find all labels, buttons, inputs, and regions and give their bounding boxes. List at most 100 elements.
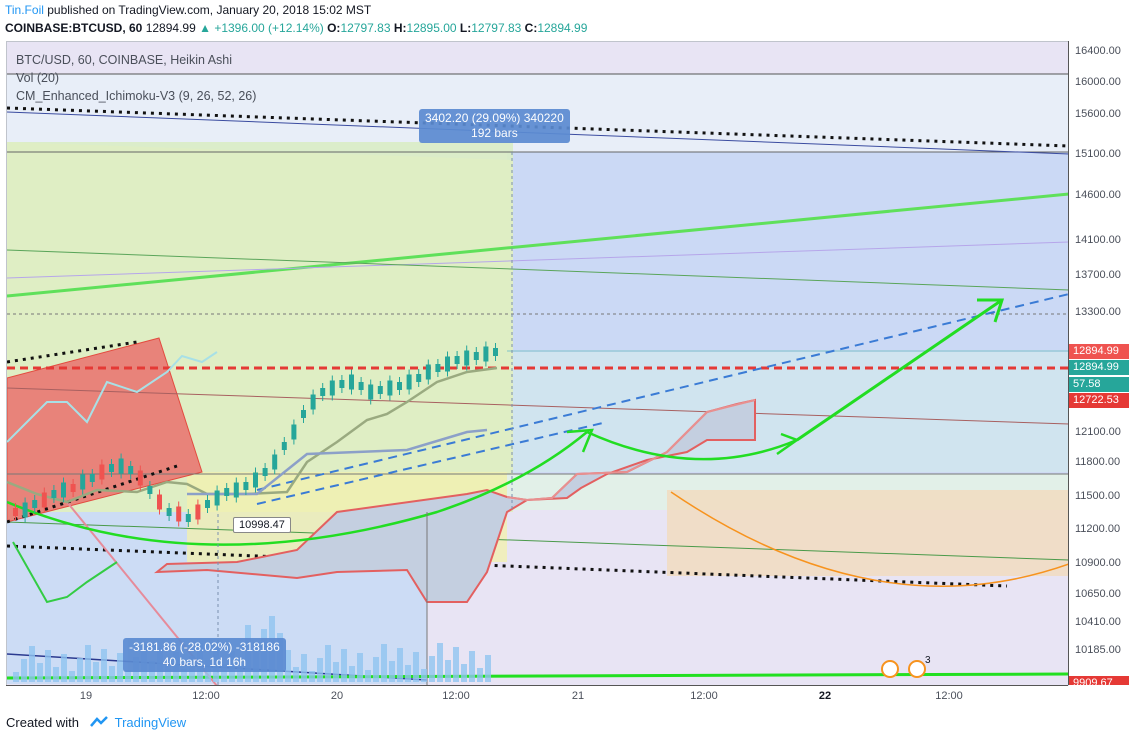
time-tick: 22 <box>818 690 832 702</box>
legend-main: BTC/USD, 60, COINBASE, Heikin Ashi <box>16 53 233 67</box>
candle <box>70 484 76 492</box>
price-tick: 10410.00 <box>1075 616 1121 628</box>
candle <box>99 464 105 480</box>
volume-bar <box>373 657 379 682</box>
time-tick: 12:00 <box>442 690 470 702</box>
candle <box>176 506 182 522</box>
volume-bar <box>429 656 435 682</box>
low-label: L: <box>459 21 472 35</box>
measure-down-value: -3181.86 (-28.02%) -318186 <box>129 640 280 654</box>
open-label: O: <box>327 21 341 35</box>
volume-bar <box>317 658 323 682</box>
chart-pane[interactable]: BTC/USD, 60, COINBASE, Heikin Ashi Vol (… <box>6 41 1069 686</box>
volume-bar <box>61 654 67 682</box>
candle <box>406 374 412 390</box>
candle <box>473 352 479 360</box>
author-link[interactable]: Tin.Foil <box>5 3 44 17</box>
candle <box>13 508 18 516</box>
candle <box>41 492 47 508</box>
price-tick: 11500.00 <box>1075 490 1121 502</box>
tradingview-link[interactable]: TradingView <box>115 715 187 730</box>
volume-bar <box>309 671 315 682</box>
candle <box>118 458 124 474</box>
candle <box>157 494 162 510</box>
volume-bar <box>85 645 91 682</box>
price-tick: 13700.00 <box>1075 269 1121 281</box>
candle <box>329 380 335 396</box>
candle <box>445 356 450 372</box>
us-flag-event-icon-2[interactable] <box>908 660 926 678</box>
volume-bar <box>381 644 387 682</box>
symbol-label: COINBASE:BTCUSD, 60 <box>5 21 143 35</box>
indicator-badge: 57.58 <box>1069 377 1129 392</box>
volume-bar <box>333 662 339 682</box>
candle <box>243 482 249 490</box>
price-tick: 11800.00 <box>1075 456 1121 468</box>
volume-bar <box>45 650 51 682</box>
candle <box>22 502 28 518</box>
candle <box>224 488 230 496</box>
candle <box>51 490 57 498</box>
orange-zone <box>667 490 1069 576</box>
candle <box>214 490 220 506</box>
candle <box>464 350 470 366</box>
time-axis[interactable]: 19 12:00 20 12:00 21 12:00 22 12:00 <box>6 685 1068 708</box>
candle <box>128 466 134 474</box>
volume-bar <box>477 668 483 682</box>
candle <box>358 382 364 390</box>
candle <box>205 500 210 508</box>
volume-bar <box>397 648 403 682</box>
price-label-box: 10998.47 <box>233 517 291 533</box>
price-tick: 13300.00 <box>1075 306 1121 318</box>
event-count: 3 <box>925 655 931 666</box>
level-badge: 12722.53 <box>1069 393 1129 408</box>
candle <box>272 454 278 470</box>
candle <box>377 386 383 394</box>
candle <box>195 504 201 520</box>
candle <box>425 364 431 380</box>
price-tick: 11200.00 <box>1075 523 1121 535</box>
volume-bar <box>469 651 475 682</box>
candle <box>483 346 489 362</box>
footer: Created with TradingView <box>6 715 186 731</box>
candle <box>416 374 422 382</box>
price-tick: 16000.00 <box>1075 76 1121 88</box>
publish-text: published on TradingView.com, January 20… <box>43 3 372 17</box>
open-value: 12797.83 <box>340 21 391 35</box>
tradingview-logo-icon <box>89 716 111 731</box>
candle <box>320 388 326 396</box>
us-flag-event-icon[interactable] <box>881 660 899 678</box>
volume-bar <box>389 661 395 682</box>
time-tick: 12:00 <box>690 690 718 702</box>
candle <box>147 486 153 494</box>
volume-bar <box>301 654 307 682</box>
volume-bar <box>405 665 411 682</box>
candle <box>397 382 402 390</box>
price-tick: 14600.00 <box>1075 189 1121 201</box>
volume-bar <box>21 659 27 682</box>
measure-down-label: -3181.86 (-28.02%) -318186 40 bars, 1d 1… <box>123 638 286 672</box>
change-value: ▲ +1396.00 (+12.14%) <box>199 21 324 35</box>
close-label: C: <box>524 21 538 35</box>
candle <box>387 380 393 396</box>
bottom-badge: 9909.67 <box>1069 676 1129 685</box>
price-tick: 16400.00 <box>1075 45 1121 57</box>
candle <box>339 380 345 388</box>
volume-bar <box>341 649 347 682</box>
measure-up-value: 3402.20 (29.09%) 340220 <box>425 111 564 125</box>
price-axis[interactable]: 16400.00 16000.00 15600.00 15100.00 14600.00… <box>1068 41 1131 685</box>
candle <box>137 470 143 486</box>
volume-bar <box>53 667 59 682</box>
candle <box>32 500 38 508</box>
volume-bar <box>325 645 331 682</box>
volume-bar <box>413 652 419 682</box>
candle <box>454 356 460 364</box>
forecast-zone-lower <box>507 352 1069 472</box>
volume-bar <box>485 655 491 682</box>
volume-bar <box>77 658 83 682</box>
measure-down-bars: 40 bars, 1d 16h <box>162 655 247 669</box>
last-price-badge: 12894.99 <box>1069 344 1129 359</box>
high-label: H: <box>393 21 407 35</box>
high-value: 12895.00 <box>406 21 457 35</box>
candle <box>368 384 374 400</box>
